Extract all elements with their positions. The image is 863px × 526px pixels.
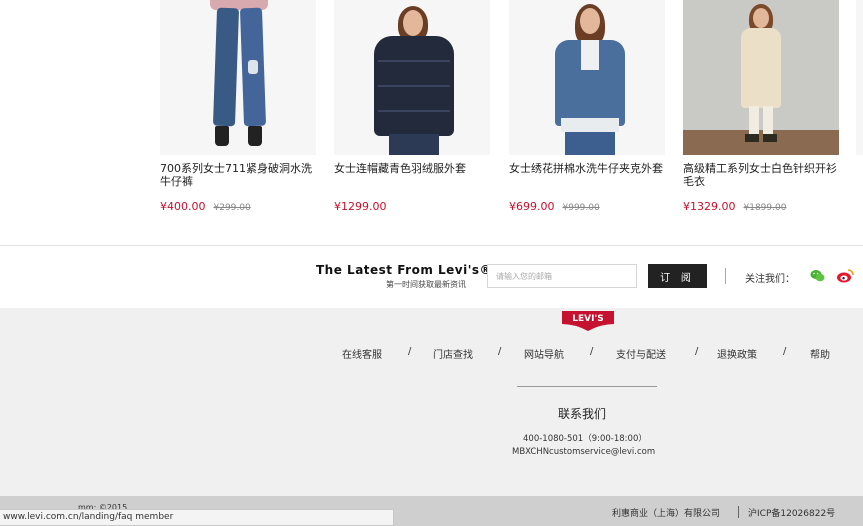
product-card-partial[interactable] [856,0,863,155]
product-original-price: ¥1899.00 [743,203,787,213]
product-price: ¥699.00 [509,200,555,213]
footer-divider [517,386,657,387]
link-separator: / [695,346,699,357]
product-name[interactable]: 700系列女士711紧身破洞水洗牛仔裤 [160,162,318,190]
product-card[interactable]: 女士连帽藏青色羽绒服外套 ¥1299.00 [334,0,492,214]
product-strip: 700系列女士711紧身破洞水洗牛仔裤 ¥400.00 ¥299.00 女士连帽藏… [0,0,863,246]
product-image[interactable] [856,0,863,155]
product-original-price: ¥299.00 [213,203,251,213]
subscribe-button[interactable]: 订 阅 [648,264,707,288]
footer-links: 在线客服 / 门店查找 / 网站导航 / 支付与配送 / 退换政策 / 帮助 [340,346,840,361]
browser-status-url: www.levi.com.cn/landing/faq member [0,509,394,526]
icp-license[interactable]: 沪ICP备12026822号 [748,506,835,519]
footer: LEVI'S 在线客服 / 门店查找 / 网站导航 / 支付与配送 / 退换政策… [0,308,863,496]
product-original-price: ¥999.00 [562,203,600,213]
svg-text:LEVI'S: LEVI'S [572,314,603,324]
product-image[interactable] [334,0,490,155]
product-card[interactable]: 高级精工系列女士白色针织开衫毛衣 ¥1329.00 ¥1899.00 [683,0,841,214]
levis-logo[interactable]: LEVI'S [561,310,615,332]
product-name[interactable]: 女士绣花拼棉水洗牛仔夹克外套 [509,162,667,190]
product-image[interactable] [509,0,665,155]
follow-us-label: 关注我们： [745,274,795,285]
newsletter-subtitle: 第一时间获取最新资讯 [386,280,466,289]
product-name[interactable]: 女士连帽藏青色羽绒服外套 [334,162,492,190]
weibo-icon[interactable] [836,268,854,283]
footer-link-store-locator[interactable]: 门店查找 [433,346,473,361]
divider [738,506,739,518]
product-card[interactable]: 700系列女士711紧身破洞水洗牛仔裤 ¥400.00 ¥299.00 [160,0,318,214]
product-price: ¥1299.00 [334,200,387,213]
product-image[interactable] [683,0,839,155]
link-separator: / [783,346,787,357]
newsletter-title: The Latest From Levi's® [316,263,493,277]
contact-email[interactable]: MBXCHNcustomservice@levi.com [512,447,655,457]
footer-link-payment-delivery[interactable]: 支付与配送 [616,346,666,361]
footer-link-online-service[interactable]: 在线客服 [342,346,382,361]
product-image[interactable] [160,0,316,155]
link-separator: / [498,346,502,357]
product-name[interactable]: 高级精工系列女士白色针织开衫毛衣 [683,162,841,190]
link-separator: / [408,346,412,357]
footer-link-site-map[interactable]: 网站导航 [524,346,564,361]
contact-title: 联系我们 [558,407,607,421]
product-price: ¥1329.00 [683,200,736,213]
product-price: ¥400.00 [160,200,206,213]
contact-phone: 400-1080-501（9:00-18:00） [523,434,647,444]
product-card[interactable]: 女士绣花拼棉水洗牛仔夹克外套 ¥699.00 ¥999.00 [509,0,667,214]
link-separator: / [590,346,594,357]
wechat-icon[interactable] [810,269,825,282]
email-input[interactable] [487,264,637,288]
newsletter-bar: The Latest From Levi's® 第一时间获取最新资讯 订 阅 关… [0,246,863,308]
footer-link-return-policy[interactable]: 退换政策 [717,346,757,361]
divider [725,268,726,284]
company-name: 利惠商业（上海）有限公司 [612,509,721,519]
footer-link-help[interactable]: 帮助 [810,346,830,361]
